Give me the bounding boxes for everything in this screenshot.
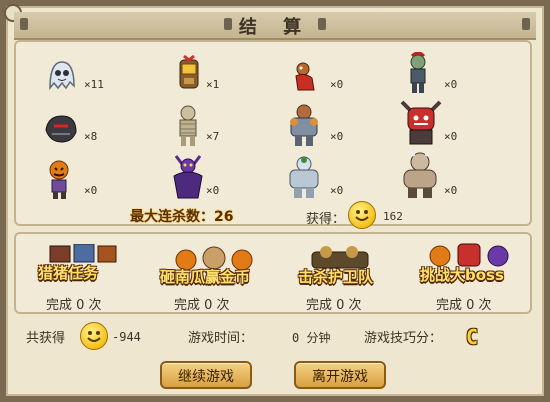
ice-golem-monster-icon <box>284 154 324 200</box>
leave-game-button[interactable]: 离开游戏 <box>294 361 386 389</box>
dark-beast-monster-icon <box>42 110 80 146</box>
mode-completion: 完成 0 次 <box>436 298 492 313</box>
max-kill-streak: 最大连杀数：26 <box>130 209 234 225</box>
mode-title-boss: 挑战大boss <box>420 266 504 284</box>
kill-count: ×0 <box>444 184 458 197</box>
imp-monster-icon <box>290 58 320 94</box>
kill-count: ×0 <box>330 184 344 197</box>
mode-title-pig-hunt: 猎猪任务 <box>38 264 99 282</box>
kill-count: ×11 <box>84 78 104 91</box>
mode-title-pumpkin-smash: 砸南瓜赢金币 <box>160 268 251 286</box>
kill-count: ×1 <box>206 78 220 91</box>
purple-wraith-monster-icon <box>168 152 208 202</box>
title-bar: 结 算 <box>14 12 536 40</box>
total-earned-label: 共获得 <box>26 331 66 346</box>
mode-title-escort: 击杀护卫队 <box>298 268 374 286</box>
kill-count: ×8 <box>84 130 98 143</box>
kill-count: ×0 <box>330 130 344 143</box>
kill-count: ×7 <box>206 130 220 143</box>
mode-completion: 完成 0 次 <box>306 298 362 313</box>
ogre-monster-icon <box>396 150 444 200</box>
earned-label: 获得： <box>306 212 346 227</box>
smiley-coin-icon <box>80 322 108 350</box>
smiley-coin-icon <box>348 201 376 229</box>
pumpkin-monster-icon <box>42 158 76 200</box>
red-demon-monster-icon <box>398 96 444 146</box>
kill-count: ×0 <box>444 130 458 143</box>
game-time-label: 游戏时间： <box>188 331 254 346</box>
armored-brute-monster-icon <box>284 102 324 148</box>
skill-grade: C <box>466 325 479 349</box>
knight-monster-icon <box>172 54 206 94</box>
ghost-monster-icon <box>44 58 80 92</box>
earned-value: 162 <box>383 210 403 223</box>
total-earned-value: -944 <box>112 330 141 344</box>
mummy-monster-icon <box>172 104 204 148</box>
mode-completion: 完成 0 次 <box>46 298 102 313</box>
kill-count: ×0 <box>206 184 220 197</box>
mode-completion: 完成 0 次 <box>174 298 230 313</box>
skill-score-label: 游戏技巧分： <box>364 331 443 346</box>
kill-count: ×0 <box>84 184 98 197</box>
kill-count: ×0 <box>330 78 344 91</box>
dialog-title: 结 算 <box>238 17 312 38</box>
continue-game-button[interactable]: 继续游戏 <box>160 361 252 389</box>
game-time-value: 0 分钟 <box>292 331 331 345</box>
zombie-monster-icon <box>402 52 434 96</box>
kill-count: ×0 <box>444 78 458 91</box>
